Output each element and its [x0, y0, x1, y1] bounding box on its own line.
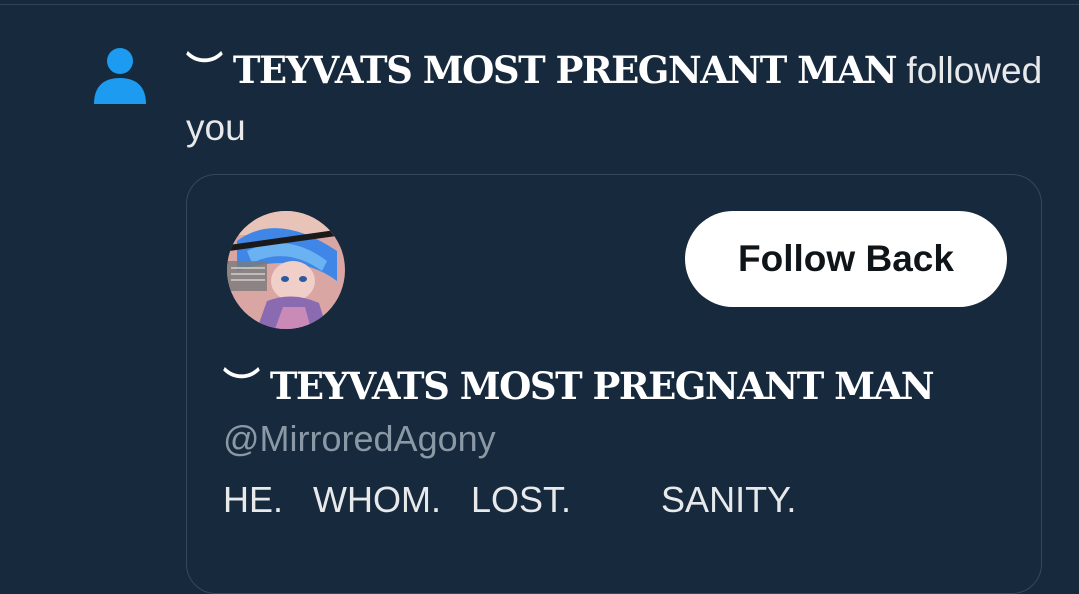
card-display-name[interactable]: ︶ TEYVATS MOST PREGNANT MAN — [223, 361, 935, 411]
notification-text: ︶ TEYVATS MOST PREGNANT MAN followed you — [186, 42, 1056, 156]
follower-name: TEYVATS MOST PREGNANT MAN — [232, 48, 898, 92]
user-bio: HE. WHOM. LOST. SANITY. — [223, 479, 797, 520]
person-icon — [94, 48, 146, 104]
top-divider — [0, 4, 1079, 5]
follower-name-link[interactable]: ︶ TEYVATS MOST PREGNANT MAN — [186, 48, 898, 92]
user-handle: @MirroredAgony — [223, 418, 496, 459]
avatar-image — [227, 211, 345, 329]
follow-back-button[interactable]: Follow Back — [685, 211, 1007, 307]
name-prefix-glyph: ︶ — [186, 48, 223, 92]
card-name-text: TEYVATS MOST PREGNANT MAN — [269, 364, 935, 408]
card-name-prefix-glyph: ︶ — [223, 364, 260, 408]
avatar[interactable] — [227, 211, 345, 329]
user-card[interactable]: Follow Back ︶ TEYVATS MOST PREGNANT MAN … — [186, 174, 1042, 594]
